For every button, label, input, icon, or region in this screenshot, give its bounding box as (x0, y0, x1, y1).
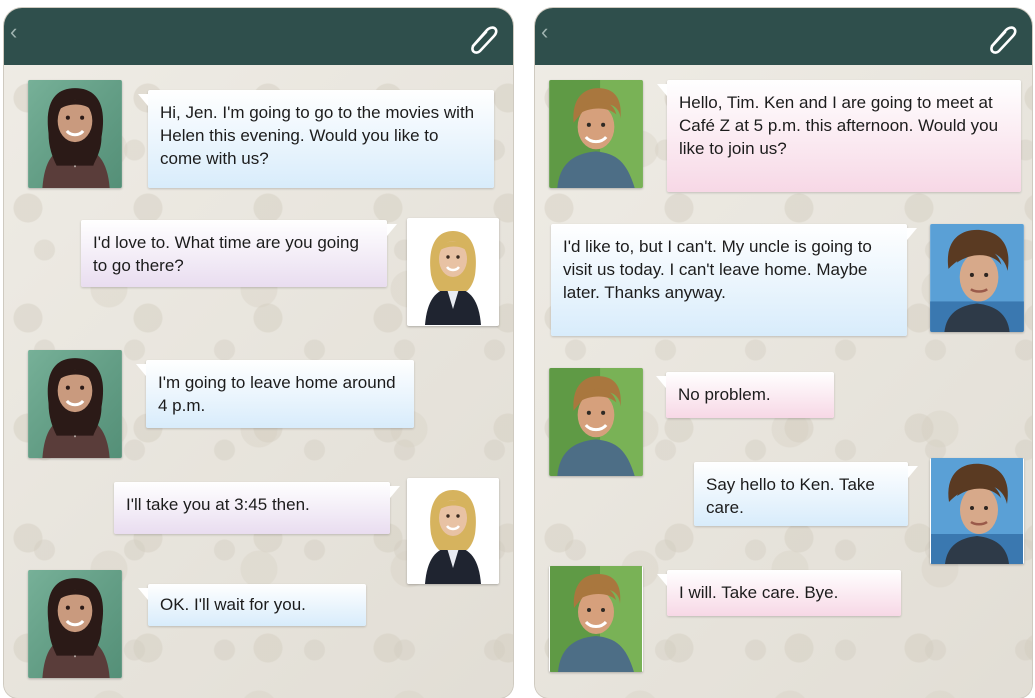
message-text: Hi, Jen. I'm going to go to the movies w… (160, 103, 475, 168)
message-bubble: Hello, Tim. Ken and I are going to meet … (657, 80, 1021, 192)
avatar-smiling-boy (549, 80, 643, 188)
message-bubble: I'd like to, but I can't. My uncle is go… (551, 224, 917, 336)
avatar-blonde-girl (407, 478, 499, 584)
avatar-blonde-girl (407, 218, 499, 326)
message-bubble: Say hello to Ken. Take care. (694, 462, 918, 526)
message-text: No problem. (678, 385, 771, 404)
message-text: I'll take you at 3:45 then. (126, 495, 310, 514)
chat-header: ‹ (4, 8, 513, 65)
message-bubble: I'm going to leave home around 4 p.m. (136, 360, 414, 428)
avatar-smiling-boy (549, 368, 643, 476)
message-text: I'd love to. What time are you going to … (93, 233, 359, 275)
chat-window-left: ‹ Hi, Jen. I'm going to go to the movies… (4, 8, 513, 698)
avatar-smiling-boy (549, 566, 643, 672)
chevron-left-icon[interactable]: ‹ (541, 20, 548, 44)
message-bubble: I'll take you at 3:45 then. (114, 482, 400, 534)
avatar-brown-hair-boy (930, 224, 1024, 332)
chat-header: ‹ (535, 8, 1032, 65)
message-bubble: I will. Take care. Bye. (657, 570, 901, 616)
chat-window-right: ‹ Hello, Tim. Ken and I are going to mee… (535, 8, 1032, 698)
message-bubble: I'd love to. What time are you going to … (81, 220, 397, 287)
avatar-dark-hair-girl (28, 570, 122, 678)
message-text: I'd like to, but I can't. My uncle is go… (563, 237, 872, 302)
message-text: Hello, Tim. Ken and I are going to meet … (679, 93, 999, 158)
avatar-brown-hair-boy (930, 458, 1024, 564)
paperclip-icon[interactable] (463, 20, 499, 56)
message-text: I'm going to leave home around 4 p.m. (158, 373, 396, 415)
paperclip-icon[interactable] (982, 20, 1018, 56)
message-text: OK. I'll wait for you. (160, 595, 306, 614)
message-text: Say hello to Ken. Take care. (706, 475, 875, 517)
avatar-dark-hair-girl (28, 350, 122, 458)
message-bubble: Hi, Jen. I'm going to go to the movies w… (138, 90, 494, 188)
message-bubble: OK. I'll wait for you. (138, 584, 366, 626)
message-text: I will. Take care. Bye. (679, 583, 839, 602)
avatar-dark-hair-girl (28, 80, 122, 188)
message-bubble: No problem. (656, 372, 834, 418)
chevron-left-icon[interactable]: ‹ (10, 20, 17, 44)
